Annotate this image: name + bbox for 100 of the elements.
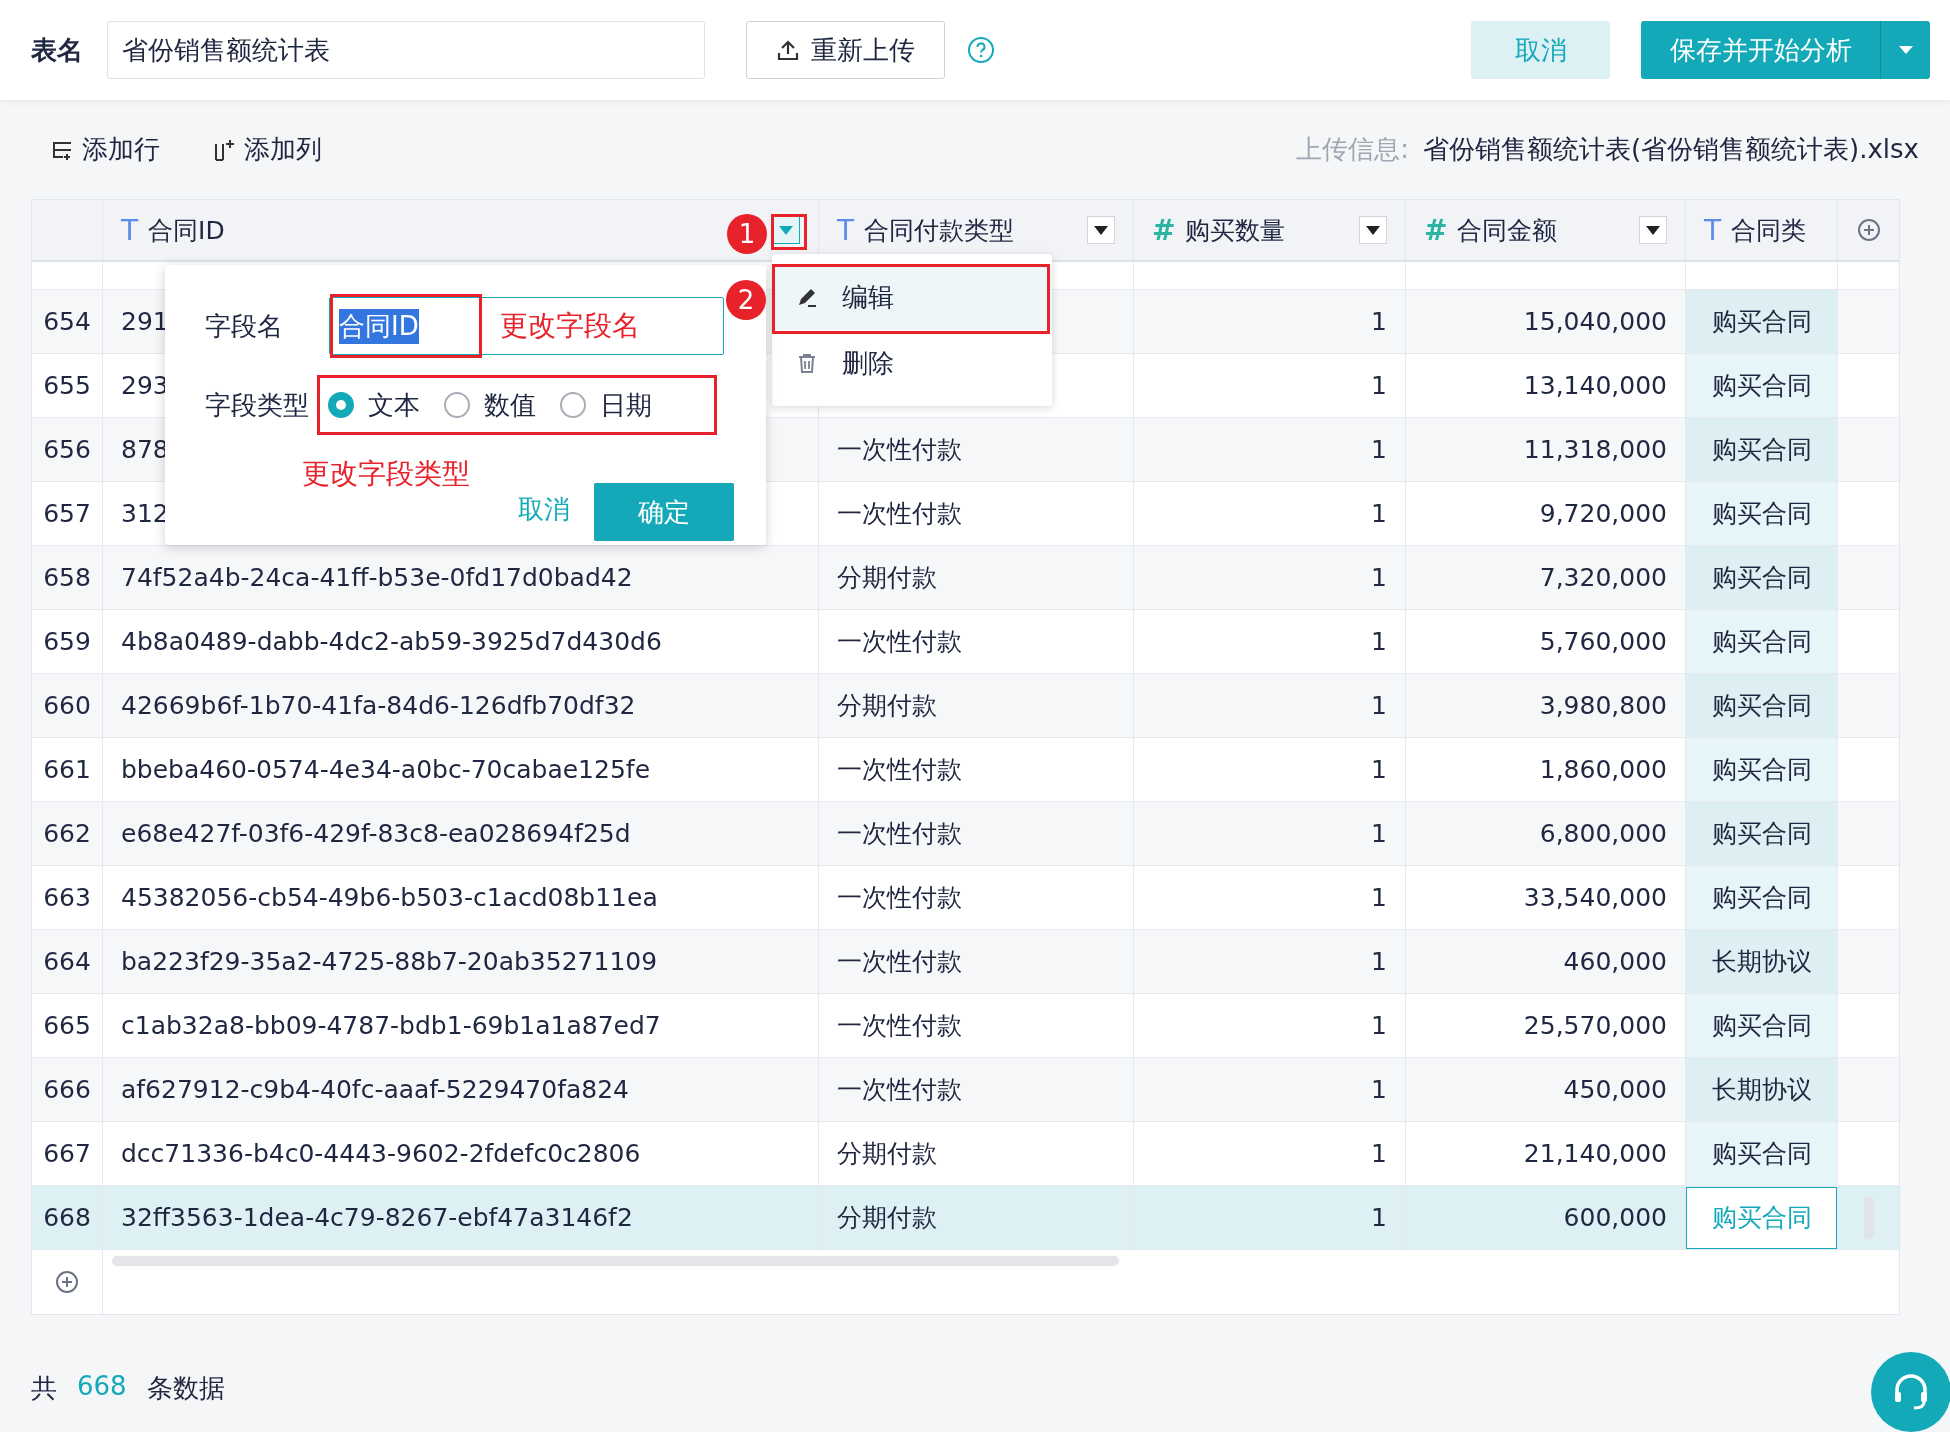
table-cell-text: 购买合同 <box>1711 1138 1812 1170</box>
caret-icon <box>1366 225 1380 235</box>
text-type-icon: T <box>837 213 855 247</box>
table-cell: 6,800,000 <box>1539 819 1667 848</box>
table-cell-text: 购买合同 <box>1711 882 1812 914</box>
table-cell: e68e427f-03f6-429f-83c8-ea028694f25d <box>121 819 631 848</box>
table-cell-text: 一次性付款 <box>837 754 962 786</box>
caret-icon <box>1646 225 1660 235</box>
table-cell-text: 一次性付款 <box>837 946 962 978</box>
table-cell: 1 <box>1371 1011 1387 1040</box>
headset-icon[interactable] <box>1871 1352 1950 1432</box>
table-cell: 293 <box>121 371 169 400</box>
table-cell-text: 一次性付款 <box>837 498 962 530</box>
field-name-field[interactable]: 合同ID 更改字段名 <box>329 297 724 355</box>
table-cell: 1 <box>1371 1075 1387 1104</box>
total-label: 共 <box>31 1372 57 1405</box>
table-cell: 15,040,000 <box>1523 307 1667 336</box>
row-number: 657 <box>43 499 91 528</box>
table-cell: 1 <box>1371 307 1387 336</box>
table-cell: 3,980,800 <box>1539 691 1667 720</box>
row-number: 667 <box>43 1139 91 1168</box>
column-header: 合同类 <box>1731 214 1807 247</box>
scrollbar-thumb[interactable] <box>112 1256 1119 1266</box>
table-cell: 7,320,000 <box>1539 563 1667 592</box>
number-type-icon: # <box>1152 213 1176 247</box>
radio-button[interactable]: 日期 <box>560 387 652 423</box>
table-cell: 312 <box>121 499 169 528</box>
column-header: 合同付款类型 <box>864 214 1015 247</box>
table-cell-text: 一次性付款 <box>837 818 962 850</box>
table-cell: 1 <box>1371 499 1387 528</box>
table-cell: 4b8a0489-dabb-4dc2-ab59-3925d7d430d6 <box>121 627 662 656</box>
caret-icon <box>1897 45 1914 55</box>
field-type-label: 字段类型 <box>205 388 310 422</box>
table-cell: 600,000 <box>1563 1203 1667 1232</box>
table-cell: 13,140,000 <box>1523 371 1667 400</box>
reupload-button[interactable]: 重新上传 <box>746 21 945 79</box>
menu-item[interactable]: 编辑 <box>772 264 1052 330</box>
total-count: 668 <box>77 1371 127 1403</box>
add-row-button[interactable]: 添加行 <box>50 132 160 167</box>
table-cell-text: 购买合同 <box>1711 434 1812 466</box>
table-cell: 9,720,000 <box>1539 499 1667 528</box>
caret-icon <box>779 225 793 235</box>
column-dropdown[interactable] <box>1639 216 1667 244</box>
radio-button[interactable]: 文本 <box>328 387 420 423</box>
annotation-note: 更改字段类型 <box>302 456 470 492</box>
row-number: 654 <box>43 307 91 336</box>
row-number: 666 <box>43 1075 91 1104</box>
table-cell: c1ab32a8-bb09-4787-bdb1-69b1a1a87ed7 <box>121 1011 661 1040</box>
table-cell: 5,760,000 <box>1539 627 1667 656</box>
table-cell: 460,000 <box>1563 947 1667 976</box>
add-column-button[interactable]: 添加列 <box>212 132 322 167</box>
table-cell-text: 购买合同 <box>1711 306 1812 338</box>
table-cell: 1 <box>1371 371 1387 400</box>
table-cell-text: 购买合同 <box>1711 498 1812 530</box>
table-cell: 1 <box>1371 627 1387 656</box>
table-cell: 1 <box>1371 435 1387 464</box>
column-dropdown[interactable] <box>1359 216 1387 244</box>
text-type-icon: T <box>121 213 139 247</box>
table-cell: 42669b6f-1b70-41fa-84d6-126dfb70df32 <box>121 691 636 720</box>
table-cell: 1 <box>1371 691 1387 720</box>
table-cell: ba223f29-35a2-4725-88b7-20ab35271109 <box>121 947 658 976</box>
table-cell-text: 长期协议 <box>1711 1074 1812 1106</box>
table-cell-text: 分期付款 <box>837 690 937 722</box>
table-cell-text: 购买合同 <box>1711 754 1812 786</box>
row-number: 661 <box>43 755 91 784</box>
total-label: 条数据 <box>146 1372 225 1405</box>
column-header: 合同金额 <box>1457 214 1558 247</box>
table-cell: 74f52a4b-24ca-41ff-b53e-0fd17d0bad42 <box>121 563 633 592</box>
table-cell-text: 一次性付款 <box>837 882 962 914</box>
table-cell: 45382056-cb54-49b6-b503-c1acd08b11ea <box>121 883 658 912</box>
table-cell-text: 一次性付款 <box>837 626 962 658</box>
add-column-icon[interactable] <box>1857 218 1881 242</box>
field-name-label: 字段名 <box>205 309 284 343</box>
row-number: 659 <box>43 627 91 656</box>
help-icon[interactable] <box>967 36 995 64</box>
table-name-field[interactable]: 省份销售额统计表 <box>107 21 705 79</box>
row-number: 662 <box>43 819 91 848</box>
table-cell-text: 购买合同 <box>1711 1010 1812 1042</box>
column-header: 合同ID <box>148 214 225 247</box>
table-name-label: 表名 <box>31 33 84 67</box>
table-cell: 450,000 <box>1563 1075 1667 1104</box>
row-number: 663 <box>43 883 91 912</box>
menu-item[interactable]: 删除 <box>772 330 1052 396</box>
table-cell: 1,860,000 <box>1539 755 1667 784</box>
pencil-icon <box>796 286 818 308</box>
table-cell-text: 一次性付款 <box>837 1074 962 1106</box>
highlight-frame <box>771 214 807 250</box>
table-cell: 25,570,000 <box>1523 1011 1667 1040</box>
table-cell: 1 <box>1371 819 1387 848</box>
table-cell-text: 购买合同 <box>1711 370 1812 402</box>
add-row-icon[interactable] <box>55 1270 79 1294</box>
row-number: 660 <box>43 691 91 720</box>
table-cell-text: 购买合同 <box>1711 562 1812 594</box>
table-cell: 11,318,000 <box>1523 435 1667 464</box>
table-cell: bbeba460-0574-4e34-a0bc-70cabae125fe <box>121 755 651 784</box>
selected-text: 合同ID <box>339 308 419 344</box>
column-dropdown[interactable] <box>1087 216 1115 244</box>
row-number: 658 <box>43 563 91 592</box>
radio-button[interactable]: 数值 <box>444 387 536 423</box>
table-cell: 21,140,000 <box>1523 1139 1667 1168</box>
